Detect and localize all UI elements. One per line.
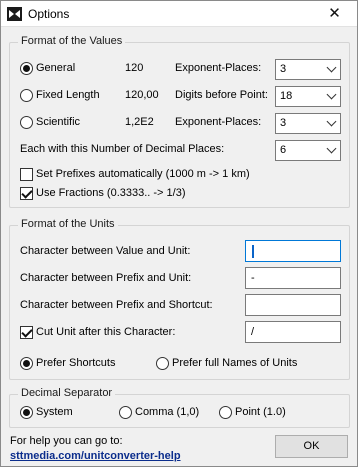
value-unit-char-input[interactable]	[245, 240, 341, 262]
comma-separator-label[interactable]: Comma (1,0)	[135, 406, 199, 418]
prefix-unit-char-value: -	[251, 272, 255, 284]
help-text: For help you can go to:	[10, 435, 123, 447]
units-group-title: Format of the Units	[18, 218, 118, 230]
general-example: 120	[125, 62, 144, 74]
system-separator-radio[interactable]	[20, 406, 33, 419]
prefix-shortcut-char-input[interactable]	[245, 294, 341, 316]
chevron-down-icon	[326, 116, 337, 127]
scientific-example: 1,2E2	[125, 116, 154, 128]
prefix-shortcut-char-label: Character between Prefix and Shortcut:	[20, 299, 213, 311]
prefer-shortcuts-radio[interactable]	[20, 357, 33, 370]
use-fractions-checkbox[interactable]	[20, 187, 33, 200]
point-separator-label[interactable]: Point (1.0)	[235, 406, 286, 418]
digits-before-point-value: 18	[280, 90, 293, 102]
cut-unit-char-value: /	[251, 326, 255, 338]
exponent-places-label-1: Exponent-Places:	[175, 62, 262, 74]
digits-before-point-select[interactable]: 18	[275, 86, 341, 107]
chevron-down-icon	[326, 143, 337, 154]
exponent-places-value-1: 3	[280, 63, 287, 75]
ok-button[interactable]: OK	[275, 435, 348, 458]
app-icon	[7, 7, 22, 21]
digits-before-point-label: Digits before Point:	[175, 89, 268, 101]
set-prefixes-checkbox[interactable]	[20, 168, 33, 181]
exponent-places-select-2[interactable]: 3	[275, 113, 341, 134]
close-button[interactable]: ✕	[312, 1, 357, 27]
exponent-places-label-2: Exponent-Places:	[175, 116, 262, 128]
fixed-length-radio[interactable]	[20, 89, 33, 102]
title-bar[interactable]: Options ✕	[1, 1, 357, 27]
window-title: Options	[28, 7, 70, 21]
exponent-places-value-2: 3	[280, 117, 287, 129]
general-radio[interactable]	[20, 62, 33, 75]
options-window: Options ✕ Format of the Values General 1…	[0, 0, 358, 467]
prefix-unit-char-input[interactable]: -	[245, 267, 341, 289]
prefer-full-names-label[interactable]: Prefer full Names of Units	[172, 357, 297, 369]
fixed-length-example: 120,00	[125, 89, 159, 101]
prefix-unit-char-label: Character between Prefix and Unit:	[20, 272, 192, 284]
help-link[interactable]: sttmedia.com/unitconverter-help	[10, 450, 181, 462]
scientific-label[interactable]: Scientific	[36, 116, 80, 128]
use-fractions-label[interactable]: Use Fractions (0.3333.. -> 1/3)	[36, 187, 185, 199]
scientific-radio[interactable]	[20, 116, 33, 129]
point-separator-radio[interactable]	[219, 406, 232, 419]
cut-unit-char-input[interactable]: /	[245, 321, 341, 343]
text-caret	[252, 245, 254, 258]
general-label[interactable]: General	[36, 62, 75, 74]
comma-separator-radio[interactable]	[119, 406, 132, 419]
value-unit-char-label: Character between Value and Unit:	[20, 245, 191, 257]
set-prefixes-label[interactable]: Set Prefixes automatically (1000 m -> 1 …	[36, 168, 250, 180]
system-separator-label[interactable]: System	[36, 406, 73, 418]
cut-unit-label[interactable]: Cut Unit after this Character:	[36, 326, 175, 338]
prefer-shortcuts-label[interactable]: Prefer Shortcuts	[36, 357, 115, 369]
decimal-separator-title: Decimal Separator	[18, 387, 116, 399]
cut-unit-checkbox[interactable]	[20, 326, 33, 339]
prefer-full-names-radio[interactable]	[156, 357, 169, 370]
decimal-places-value: 6	[280, 144, 287, 156]
exponent-places-select-1[interactable]: 3	[275, 59, 341, 80]
decimal-places-label: Each with this Number of Decimal Places:	[20, 143, 225, 155]
chevron-down-icon	[326, 62, 337, 73]
chevron-down-icon	[326, 89, 337, 100]
fixed-length-label[interactable]: Fixed Length	[36, 89, 100, 101]
values-group-title: Format of the Values	[18, 35, 126, 47]
decimal-places-select[interactable]: 6	[275, 140, 341, 161]
